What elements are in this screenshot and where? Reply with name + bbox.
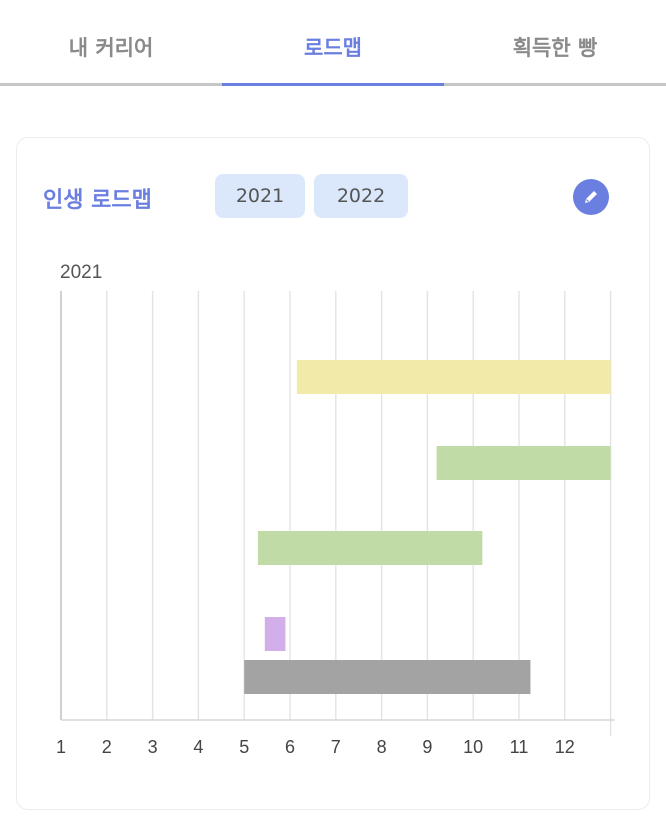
x-axis-ticks: 1 2 3 4 5 6 7 8 9 10 11 12 [56, 737, 575, 757]
roadmap-bar[interactable] [244, 660, 531, 694]
x-tick-label: 7 [331, 737, 341, 757]
roadmap-bar[interactable] [257, 531, 483, 565]
x-tick-label: 10 [463, 737, 483, 757]
x-tick-label: 12 [555, 737, 575, 757]
roadmap-bar[interactable] [296, 360, 611, 394]
x-tick-label: 5 [239, 737, 249, 757]
x-tick-label: 3 [148, 737, 158, 757]
roadmap-bar[interactable] [436, 446, 611, 480]
x-tick-label: 8 [377, 737, 387, 757]
x-tick-label: 4 [193, 737, 203, 757]
x-tick-label: 9 [422, 737, 432, 757]
chart-title: 2021 [60, 262, 102, 283]
x-tick-label: 11 [510, 737, 529, 757]
roadmap-bar[interactable] [264, 617, 286, 651]
x-tick-label: 1 [56, 737, 66, 757]
x-tick-label: 2 [102, 737, 112, 757]
roadmap-chart: 2021 1 2 3 4 5 6 7 8 9 10 11 12 [56, 262, 615, 757]
x-tick-label: 6 [285, 737, 295, 757]
